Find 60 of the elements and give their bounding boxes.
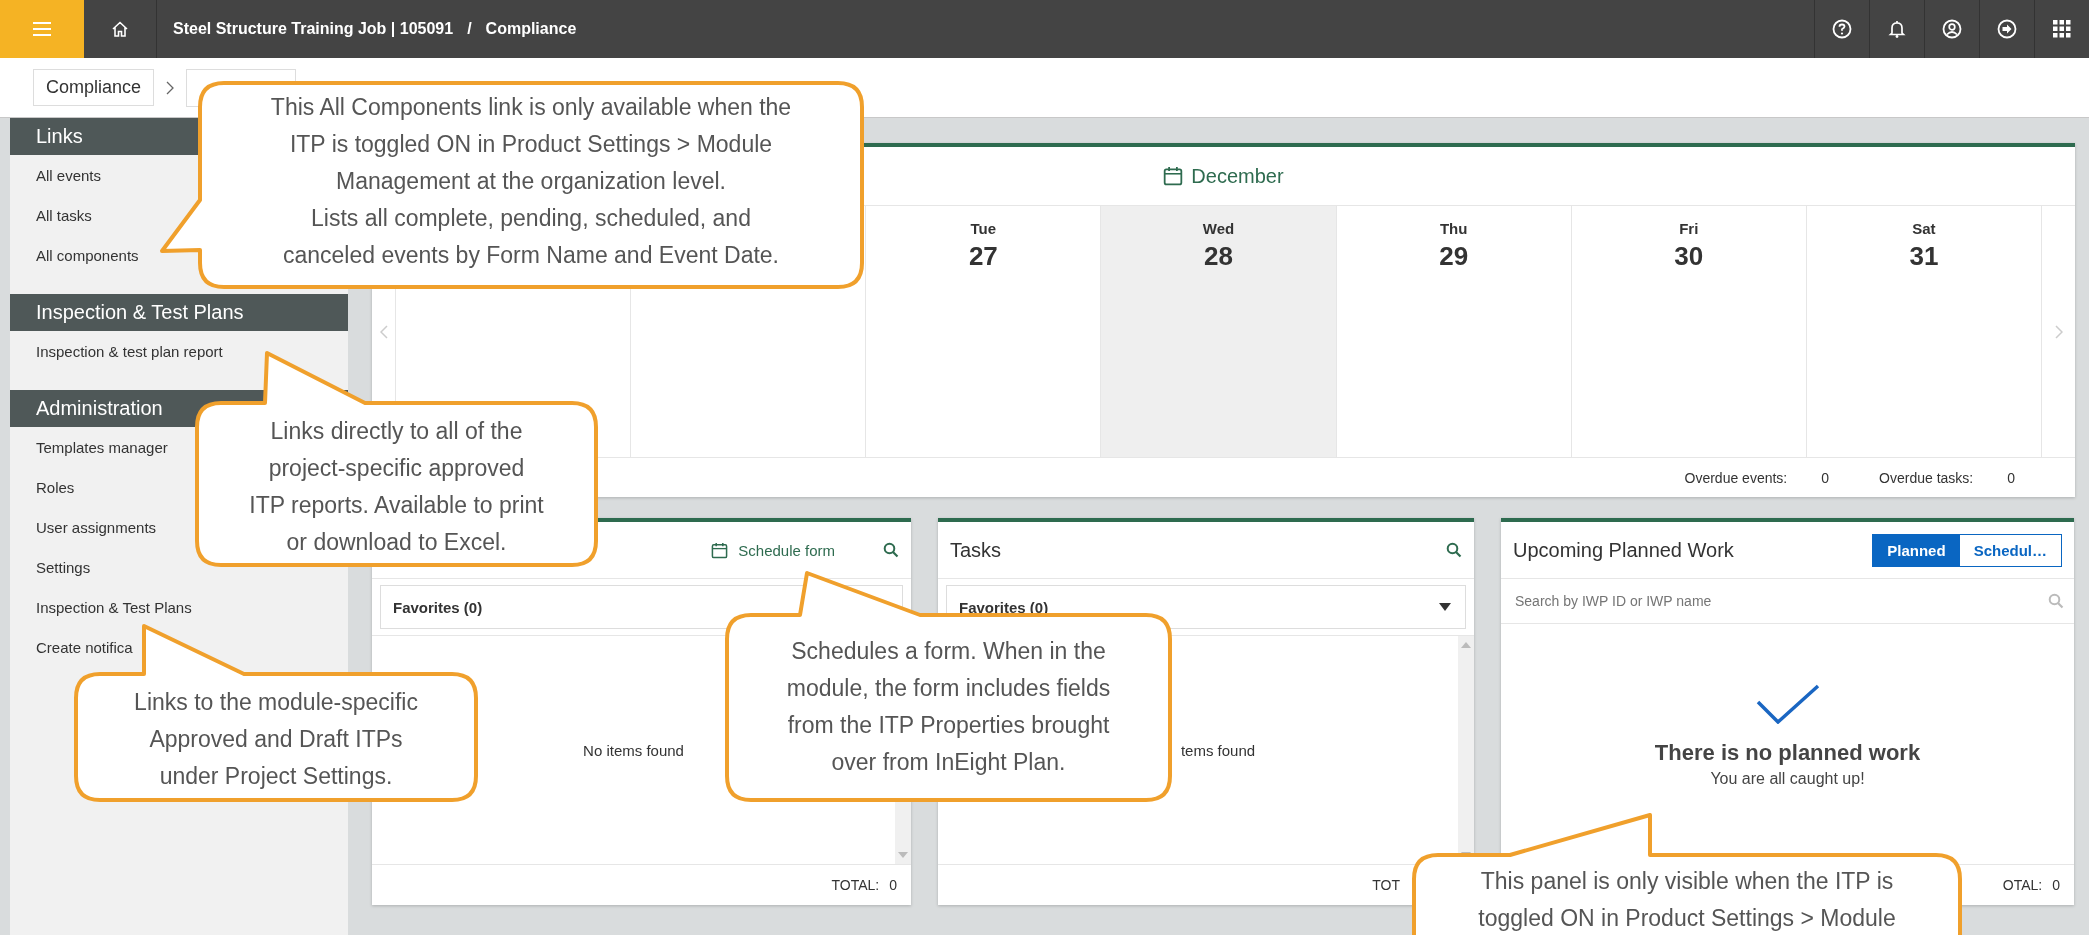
total-label: TOT: [1372, 877, 1400, 893]
sidebar-link[interactable]: All tasks: [36, 206, 92, 224]
overdue-label: Overdue events:: [1684, 469, 1788, 486]
search-icon[interactable]: [883, 542, 899, 558]
overdue-count: 0: [2007, 469, 2015, 486]
empty-subtitle: You are all caught up!: [1710, 770, 1865, 788]
search-icon[interactable]: [1446, 542, 1462, 558]
callout-text: This panel is only visible when the ITP is toggled ON in Product Settings > Module: [1477, 867, 1897, 933]
date-number: 28: [1204, 241, 1233, 272]
calendar-icon: [1163, 166, 1184, 186]
panel-title: Tasks: [950, 538, 1003, 562]
empty-title: There is no planned work: [1654, 740, 1921, 766]
section-header: Inspection & Test Plans: [10, 294, 348, 331]
overdue-label: Overdue tasks:: [1879, 469, 1974, 486]
callout-text: Schedules a form. When in the module, the form includes fields from the ITP Properties brought over from InEight Plan.: [785, 637, 1112, 777]
date-number: 27: [968, 241, 998, 272]
module-title: Compliance: [485, 20, 577, 38]
weekday-label: Sat: [1912, 220, 1936, 237]
checkmark-icon: [1755, 684, 1820, 724]
home-icon[interactable]: [111, 20, 129, 38]
total-label: OTAL:: [2002, 877, 2043, 893]
date-number: 30: [1674, 241, 1704, 272]
total-count: 0: [2052, 877, 2060, 893]
user-icon[interactable]: [1942, 19, 1962, 39]
sign-out-icon[interactable]: [1997, 19, 2017, 39]
total-label: TOTAL:: [831, 877, 880, 893]
overdue-count: 0: [1821, 469, 1830, 486]
weekday-label: Thu: [1439, 220, 1468, 237]
path-separator: /: [467, 20, 472, 38]
date-number: 31: [1909, 241, 1939, 272]
weekday-label: Tue: [970, 220, 997, 237]
bell-icon[interactable]: [1887, 19, 1907, 39]
apps-grid-icon[interactable]: [2053, 20, 2071, 38]
sidebar-link[interactable]: Inspection & Test Plans: [36, 598, 192, 616]
calendar-icon: [711, 541, 729, 559]
project-title[interactable]: Steel Structure Training Job | 105091: [173, 20, 454, 38]
panel-title: Upcoming Planned Work: [1513, 538, 1735, 562]
total-count: 0: [889, 877, 897, 893]
callout-text: Links to the module-specific Approved and Draft ITPs under Project Settings.: [133, 688, 419, 791]
breadcrumb-item[interactable]: Compliance: [33, 69, 155, 106]
sidebar-link[interactable]: All components: [36, 246, 139, 264]
caret-icon[interactable]: [1439, 603, 1451, 611]
help-icon[interactable]: [1832, 19, 1852, 39]
sidebar-link[interactable]: Create notifica: [36, 638, 133, 656]
weekday-label: Fri: [1679, 220, 1699, 237]
month-title: December: [1191, 164, 1284, 188]
sidebar-link[interactable]: User assignments: [36, 518, 157, 536]
sidebar-link[interactable]: Roles: [36, 478, 75, 496]
sidebar-link[interactable]: All events: [36, 166, 102, 184]
toggle-option[interactable]: Planned: [1873, 534, 1960, 566]
empty-message: tems found: [1180, 741, 1256, 759]
chevron-right-icon: [166, 80, 175, 95]
schedule-form-button[interactable]: Schedule form: [705, 540, 841, 560]
date-number: 29: [1439, 241, 1469, 272]
sidebar-link[interactable]: Templates manager: [36, 438, 168, 456]
sidebar-link[interactable]: Inspection & test plan report: [36, 342, 223, 360]
sidebar-link[interactable]: Settings: [36, 558, 91, 576]
search-field[interactable]: Search by IWP ID or IWP name: [1513, 592, 2048, 610]
weekday-label: Wed: [1202, 220, 1235, 237]
empty-message: No items found: [583, 741, 684, 759]
